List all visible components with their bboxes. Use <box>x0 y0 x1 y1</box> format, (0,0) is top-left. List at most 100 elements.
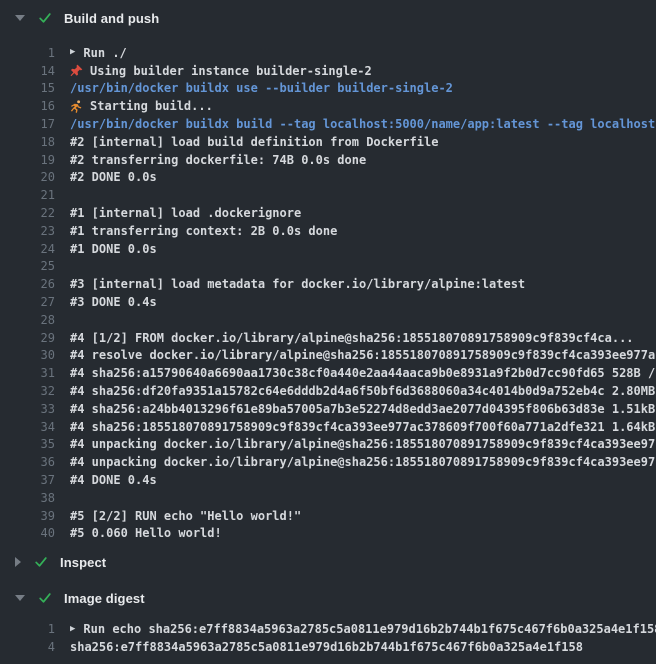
line-number[interactable]: 21 <box>0 188 55 202</box>
line-body: #4 sha256:df20fa9351a15782c64e6dddb2d4a6… <box>70 384 656 398</box>
log-line: 1▶Run echo sha256:e7ff8834a5963a2785c5a0… <box>0 620 656 638</box>
line-text: #4 sha256:a15790640a6690aa1730c38cf0a440… <box>70 366 656 380</box>
line-text: #1 DONE 0.0s <box>70 242 157 256</box>
line-number[interactable]: 4 <box>0 640 55 654</box>
line-body: #4 [1/2] FROM docker.io/library/alpine@s… <box>70 331 634 345</box>
line-body: /usr/bin/docker buildx build --tag local… <box>70 117 656 131</box>
line-number[interactable]: 40 <box>0 526 55 540</box>
expand-run-icon[interactable]: ▶ <box>70 625 75 634</box>
line-body: ▶ Run ./ <box>70 46 127 60</box>
log-line: 15/usr/bin/docker buildx use --builder b… <box>0 80 656 98</box>
log-line: 28 <box>0 311 656 329</box>
line-number[interactable]: 1 <box>0 46 55 60</box>
line-body: /usr/bin/docker buildx use --builder bui… <box>70 81 453 95</box>
line-number[interactable]: 1 <box>0 622 55 636</box>
line-text: Starting build... <box>90 99 213 113</box>
expand-run-icon[interactable]: ▶ <box>70 48 75 57</box>
log-line: 34 #4 sha256:185518070891758909c9f839cf4c… <box>0 418 656 436</box>
section-header-build-and-push[interactable]: Build and push <box>0 6 656 30</box>
line-number[interactable]: 24 <box>0 242 55 256</box>
log-line: 23 #1 transferring context: 2B 0.0s done <box>0 222 656 240</box>
line-body: #3 [internal] load metadata for docker.i… <box>70 277 525 291</box>
line-body: #4 sha256:185518070891758909c9f839cf4ca3… <box>70 420 656 434</box>
log-line: 33 #4 sha256:a24bb4013296f61e89ba57005a7b… <box>0 400 656 418</box>
line-body: #2 DONE 0.0s <box>70 170 157 184</box>
log-line: 18 #2 [internal] load build definition fr… <box>0 133 656 151</box>
line-body: #3 DONE 0.4s <box>70 295 157 309</box>
line-number[interactable]: 26 <box>0 277 55 291</box>
line-body: #5 [2/2] RUN echo "Hello world!" <box>70 509 301 523</box>
line-number[interactable]: 14 <box>0 64 55 78</box>
log-line: 30 #4 resolve docker.io/library/alpine@sh… <box>0 347 656 365</box>
log-line: 38 <box>0 489 656 507</box>
line-text: #5 0.060 Hello world! <box>70 526 222 540</box>
line-text: #1 transferring context: 2B 0.0s done <box>70 224 337 238</box>
line-text: sha256:e7ff8834a5963a2785c5a0811e979d16b… <box>70 640 583 654</box>
section-header-image-digest[interactable]: Image digest <box>0 586 656 610</box>
line-number[interactable]: 33 <box>0 402 55 416</box>
line-text: /usr/bin/docker buildx use --builder bui… <box>70 81 453 95</box>
line-number[interactable]: 17 <box>0 117 55 131</box>
log-line: 19 #2 transferring dockerfile: 74B 0.0s d… <box>0 151 656 169</box>
line-body: #4 sha256:a24bb4013296f61e89ba57005a7b3e… <box>70 402 656 416</box>
line-text: #4 sha256:df20fa9351a15782c64e6dddb2d4a6… <box>70 384 656 398</box>
line-number[interactable]: 28 <box>0 313 55 327</box>
line-number[interactable]: 30 <box>0 348 55 362</box>
pushpin-icon <box>70 64 83 77</box>
line-text: #2 DONE 0.0s <box>70 170 157 184</box>
log-lines-image-digest: 1▶Run echo sha256:e7ff8834a5963a2785c5a0… <box>0 620 656 656</box>
line-number[interactable]: 39 <box>0 509 55 523</box>
log-line: 14Using builder instance builder-single-… <box>0 62 656 80</box>
log-line: 36 #4 unpacking docker.io/library/alpine@… <box>0 453 656 471</box>
line-text: #5 [2/2] RUN echo "Hello world!" <box>70 509 301 523</box>
line-number[interactable]: 16 <box>0 99 55 113</box>
line-number[interactable]: 18 <box>0 135 55 149</box>
log-line: 4 sha256:e7ff8834a5963a2785c5a0811e979d16… <box>0 638 656 656</box>
line-text: #2 [internal] load build definition from… <box>70 135 438 149</box>
line-text: #2 transferring dockerfile: 74B 0.0s don… <box>70 153 366 167</box>
line-number[interactable]: 32 <box>0 384 55 398</box>
line-body: #4 DONE 0.4s <box>70 473 157 487</box>
line-text: #1 [internal] load .dockerignore <box>70 206 301 220</box>
line-body: #2 [internal] load build definition from… <box>70 135 438 149</box>
log-line: 31 #4 sha256:a15790640a6690aa1730c38cf0a4… <box>0 364 656 382</box>
log-line: 40 #5 0.060 Hello world! <box>0 525 656 543</box>
section-title: Image digest <box>64 591 145 606</box>
line-text: #4 unpacking docker.io/library/alpine@sh… <box>70 455 656 469</box>
check-icon <box>34 555 48 569</box>
line-text: Run ./ <box>83 46 126 60</box>
line-text: /usr/bin/docker buildx build --tag local… <box>70 117 656 131</box>
section-title: Inspect <box>60 555 106 570</box>
line-number[interactable]: 38 <box>0 491 55 505</box>
line-number[interactable]: 25 <box>0 259 55 273</box>
runner-icon <box>70 100 83 113</box>
line-number[interactable]: 31 <box>0 366 55 380</box>
log-line: 17/usr/bin/docker buildx build --tag loc… <box>0 115 656 133</box>
line-text: #4 sha256:a24bb4013296f61e89ba57005a7b3e… <box>70 402 656 416</box>
check-icon <box>38 11 52 25</box>
line-number[interactable]: 19 <box>0 153 55 167</box>
line-body: #4 resolve docker.io/library/alpine@sha2… <box>70 348 656 362</box>
line-text: #4 [1/2] FROM docker.io/library/alpine@s… <box>70 331 634 345</box>
line-number[interactable]: 22 <box>0 206 55 220</box>
line-number[interactable]: 34 <box>0 420 55 434</box>
line-number[interactable]: 15 <box>0 81 55 95</box>
log-lines-build-and-push: 1 ▶ Run ./ 14Using builder instance builder… <box>0 44 656 542</box>
line-text: #4 DONE 0.4s <box>70 473 157 487</box>
section-header-inspect[interactable]: Inspect <box>0 550 656 574</box>
log-line: 27 #3 DONE 0.4s <box>0 293 656 311</box>
line-number[interactable]: 23 <box>0 224 55 238</box>
log-viewer: Build and push 1 ▶ Run ./ 14Using builder in… <box>0 6 656 656</box>
log-line: 16 Starting build... <box>0 97 656 115</box>
line-body: #5 0.060 Hello world! <box>70 526 222 540</box>
log-line: 37 #4 DONE 0.4s <box>0 471 656 489</box>
line-number[interactable]: 35 <box>0 437 55 451</box>
line-number[interactable]: 27 <box>0 295 55 309</box>
line-number[interactable]: 36 <box>0 455 55 469</box>
log-line: 22 #1 [internal] load .dockerignore <box>0 204 656 222</box>
line-body: #1 DONE 0.0s <box>70 242 157 256</box>
line-number[interactable]: 29 <box>0 331 55 345</box>
log-line: 26 #3 [internal] load metadata for docker… <box>0 275 656 293</box>
line-number[interactable]: 37 <box>0 473 55 487</box>
line-number[interactable]: 20 <box>0 170 55 184</box>
